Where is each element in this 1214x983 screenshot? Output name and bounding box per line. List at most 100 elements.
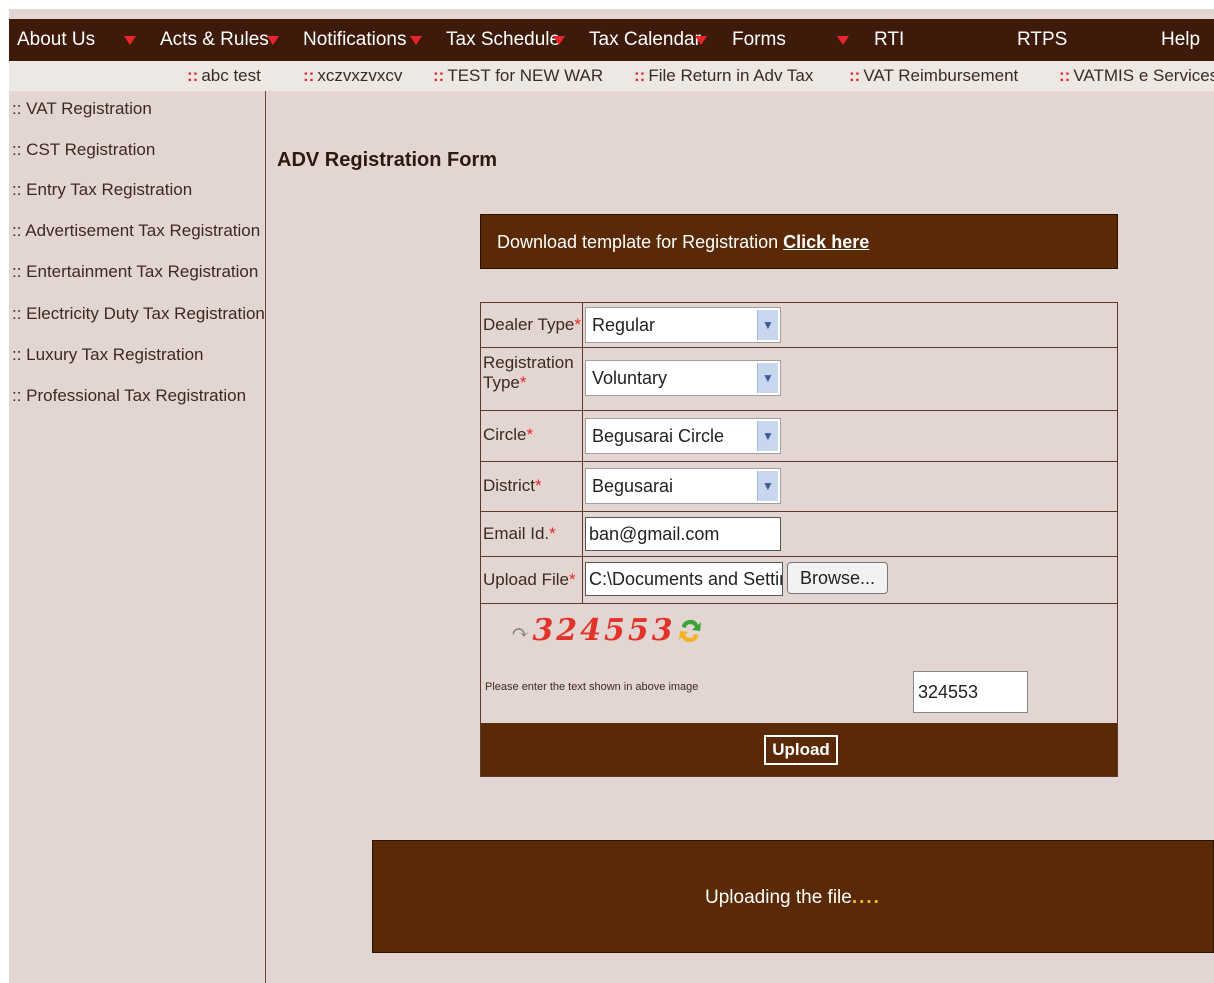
column-divider [582,511,583,556]
subnav-link-vat-reimbursement[interactable]: :: VAT Reimbursement [849,61,1018,91]
chevron-down-icon[interactable]: ▼ [757,310,778,340]
sidebar-divider [265,91,266,983]
upload-file-path-field[interactable]: C:\Documents and Settin [585,562,783,596]
nav-rtps[interactable]: RTPS [1017,19,1067,61]
nav-item-label: Forms [732,29,786,50]
sidebar-item-luxury-tax[interactable]: :: Luxury Tax Registration [12,345,204,365]
sidebar-item-entry-tax[interactable]: :: Entry Tax Registration [12,180,192,200]
form-row-upload-file: Upload File* C:\Documents and Settin Bro… [481,556,1117,604]
nav-item-label: About Us [17,29,96,50]
nav-about-us[interactable]: About Us [17,19,95,61]
column-divider [582,347,583,410]
form-row-captcha: ↷324553 Please enter the text shown in a… [481,603,1117,723]
subnav-label: VATMIS e Services [1073,66,1214,85]
captcha-text: 324553 [532,613,676,648]
subnav-prefix: :: [849,66,861,85]
registration-type-value: Voluntary [592,368,668,388]
sidebar: :: VAT Registration :: CST Registration … [9,91,265,983]
nav-item-label: Tax Calendar [589,29,701,50]
subnav-prefix: :: [187,66,199,85]
dropdown-arrow-icon[interactable] [695,36,707,45]
browse-button[interactable]: Browse... [787,562,888,594]
refresh-captcha-icon[interactable] [676,611,704,651]
page-title: ADV Registration Form [277,149,498,171]
download-link[interactable]: Click here [783,232,869,252]
dealer-type-label: Dealer Type* [483,315,581,334]
sidebar-item-vat[interactable]: :: VAT Registration [12,99,152,119]
form-row-dealer-type: Dealer Type* Regular ▼ [481,303,1117,348]
page-frame: About Us Acts & Rules Notifications Tax … [9,9,1214,983]
dropdown-arrow-icon[interactable] [267,36,279,45]
subnav-label: xczvxzvxcv [317,66,403,85]
dropdown-arrow-icon[interactable] [553,36,565,45]
nav-item-label: RTI [874,29,905,50]
upload-button[interactable]: Upload [764,735,838,765]
registration-type-label: Registration Type* [483,353,574,392]
subnav-prefix: :: [303,66,315,85]
upload-status-panel: Uploading the file.... [372,840,1214,953]
chevron-down-icon[interactable]: ▼ [757,471,778,501]
sidebar-item-professional-tax[interactable]: :: Professional Tax Registration [12,386,246,406]
chevron-down-icon[interactable]: ▼ [757,421,778,451]
top-nav: About Us Acts & Rules Notifications Tax … [9,19,1214,61]
upload-status-text: Uploading the file [705,887,852,908]
district-select[interactable]: Begusarai ▼ [585,468,781,504]
nav-rti[interactable]: RTI [874,19,904,61]
download-template-bar: Download template for Registration Click… [480,214,1118,269]
nav-item-label: Tax Schedule [446,29,561,50]
nav-item-label: RTPS [1017,29,1068,50]
captcha-image: ↷324553 [511,613,676,648]
registration-form: Dealer Type* Regular ▼ Registration Type*… [480,302,1118,777]
registration-type-select[interactable]: Voluntary ▼ [585,360,781,396]
nav-tax-calendar[interactable]: Tax Calendar [589,19,701,61]
sidebar-item-entertainment-tax[interactable]: :: Entertainment Tax Registration [12,262,258,282]
nav-tax-schedule[interactable]: Tax Schedule [446,19,560,61]
column-divider [582,556,583,603]
nav-forms[interactable]: Forms [732,19,786,61]
captcha-input[interactable]: 324553 [913,671,1028,713]
district-label: District* [483,476,542,495]
subnav-label: VAT Reimbursement [863,66,1019,85]
download-text: Download template for Registration [497,232,779,252]
nav-item-label: Notifications [303,29,407,50]
column-divider [582,410,583,461]
sidebar-item-cst[interactable]: :: CST Registration [12,140,155,160]
subnav-label: abc test [201,66,261,85]
subnav-link-abc-test[interactable]: :: abc test [187,61,261,91]
circle-value: Begusarai Circle [592,426,725,446]
sidebar-item-advertisement-tax[interactable]: :: Advertisement Tax Registration [12,221,260,241]
subnav-prefix: :: [433,66,445,85]
captcha-hint: Please enter the text shown in above ima… [485,681,699,693]
subnav-prefix: :: [634,66,646,85]
email-label: Email Id.* [483,524,556,543]
dealer-type-select[interactable]: Regular ▼ [585,307,781,343]
nav-acts-rules[interactable]: Acts & Rules [160,19,269,61]
subnav-link-xczvxzvxcv[interactable]: :: xczvxzvxcv [303,61,402,91]
subnav-link-test-new-war[interactable]: :: TEST for NEW WAR [433,61,603,91]
district-value: Begusarai [592,476,674,496]
dropdown-arrow-icon[interactable] [124,36,136,45]
subnav-prefix: :: [1059,66,1071,85]
chevron-down-icon[interactable]: ▼ [757,363,778,393]
column-divider [582,461,583,511]
email-field[interactable]: ban@gmail.com [585,517,781,551]
form-row-circle: Circle* Begusarai Circle ▼ [481,410,1117,462]
subnav-link-file-return[interactable]: :: File Return in Adv Tax [634,61,813,91]
nav-item-label: Acts & Rules [160,29,269,50]
form-row-email: Email Id.* ban@gmail.com [481,511,1117,557]
circle-label: Circle* [483,425,534,444]
form-submit-row: Upload [481,723,1117,776]
upload-status-dots: .... [851,887,881,908]
sidebar-item-electricity-duty[interactable]: :: Electricity Duty Tax Registration [12,304,265,324]
column-divider [582,303,583,347]
upload-file-label: Upload File* [483,570,576,589]
circle-select[interactable]: Begusarai Circle ▼ [585,418,781,454]
form-row-district: District* Begusarai ▼ [481,461,1117,512]
nav-notifications[interactable]: Notifications [303,19,407,61]
dropdown-arrow-icon[interactable] [410,36,422,45]
dealer-type-value: Regular [592,315,656,335]
form-row-registration-type: Registration Type* Voluntary ▼ [481,347,1117,411]
nav-help[interactable]: Help [1161,19,1200,61]
dropdown-arrow-icon[interactable] [837,36,849,45]
subnav-link-vatmis[interactable]: :: VATMIS e Services [1059,61,1214,91]
